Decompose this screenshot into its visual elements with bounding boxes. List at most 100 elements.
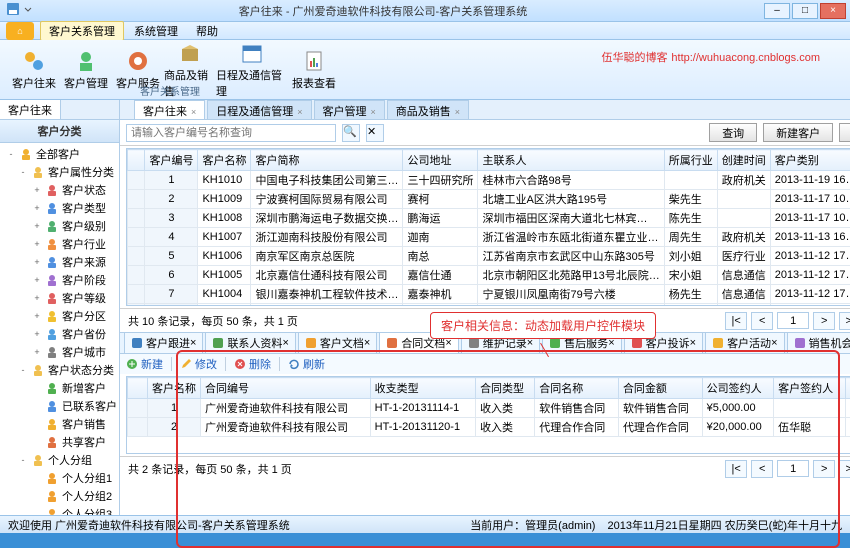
table-row[interactable]: 8KH1003南方医科大学南方医院南方医院广州市白云区广州大道北1838号…邓教…: [128, 304, 850, 307]
search-input[interactable]: [126, 124, 336, 142]
content-area: 客户往来× 日程及通信管理× 客户管理× 商品及销售× 🔍 ✕ 查询 新建客户 …: [120, 100, 850, 515]
tree-node[interactable]: +客户等级: [4, 289, 119, 307]
subtab-target[interactable]: 销售机会×: [787, 332, 850, 354]
tree-node[interactable]: 新增客户: [4, 379, 119, 397]
ribbon-customer-mgmt[interactable]: 客户管理: [60, 49, 112, 91]
last-page-button[interactable]: >|: [839, 312, 850, 330]
subtab-file[interactable]: 客户文档×: [298, 332, 377, 354]
last-page-button[interactable]: >|: [839, 460, 850, 478]
table-row[interactable]: 1KH1010中国电子科技集团公司第三…三十四研究所桂林市六合路98号政府机关2…: [128, 171, 850, 190]
clear-icon[interactable]: ✕: [366, 124, 384, 142]
close-icon[interactable]: ×: [690, 337, 696, 349]
close-icon[interactable]: ×: [191, 107, 196, 117]
ctab-1[interactable]: 日程及通信管理×: [207, 100, 311, 119]
prev-page-button[interactable]: <: [751, 460, 773, 478]
close-icon[interactable]: ×: [455, 107, 460, 117]
page-input[interactable]: [777, 460, 809, 477]
tree-node[interactable]: +客户分区: [4, 307, 119, 325]
app-icon[interactable]: ⌂: [6, 22, 34, 40]
tree-node[interactable]: -个人分组: [4, 451, 119, 469]
btn-import[interactable]: 导入: [839, 123, 850, 142]
callout: 客户相关信息：动态加载用户控件模块: [430, 312, 656, 339]
category-tree[interactable]: -全部客户-客户属性分类+客户状态+客户类型+客户级别+客户行业+客户来源+客户…: [0, 143, 119, 515]
first-page-button[interactable]: |<: [725, 460, 747, 478]
tree-node[interactable]: +客户阶段: [4, 271, 119, 289]
tb-refresh[interactable]: 刷新: [288, 356, 325, 372]
ctab-3[interactable]: 商品及销售×: [387, 100, 469, 119]
close-icon[interactable]: ×: [282, 337, 288, 349]
titlebar: 客户往来 - 广州爱奇迪软件科技有限公司-客户关系管理系统 – □ ×: [0, 0, 850, 22]
btn-search[interactable]: 查询: [709, 123, 757, 142]
close-icon[interactable]: ×: [190, 337, 196, 349]
save-icon[interactable]: [6, 2, 20, 16]
window-title: 客户往来 - 广州爱奇迪软件科技有限公司-客户关系管理系统: [4, 3, 762, 19]
subtab-card[interactable]: 联系人资料×: [205, 332, 295, 354]
close-button[interactable]: ×: [820, 3, 846, 19]
menubar: ⌂ 客户关系管理 系统管理 帮助: [0, 22, 850, 40]
tree-node[interactable]: -全部客户: [4, 145, 119, 163]
tree-node[interactable]: 已联系客户: [4, 397, 119, 415]
dropdown-icon[interactable]: [24, 2, 38, 16]
sidebar: 客户往来 客户分类 -全部客户-客户属性分类+客户状态+客户类型+客户级别+客户…: [0, 100, 120, 515]
btn-new-customer[interactable]: 新建客户: [763, 123, 833, 142]
search-icon[interactable]: 🔍: [342, 124, 360, 142]
table-row[interactable]: 3KH1008深圳市鹏海运电子数据交换…鹏海运深圳市福田区深南大道北七林宾…陈先…: [128, 209, 850, 228]
table-row[interactable]: 5KH1006南京军区南京总医院南总江苏省南京市玄武区中山东路305号刘小姐医疗…: [128, 247, 850, 266]
table-row[interactable]: 7KH1004银川嘉泰神机工程软件技术…嘉泰神机宁夏银川凤凰南街79号六楼杨先生…: [128, 285, 850, 304]
close-icon[interactable]: ×: [364, 337, 370, 349]
close-icon[interactable]: ×: [297, 107, 302, 117]
ribbon-customer-trans[interactable]: 客户往来: [8, 49, 60, 91]
tb-delete[interactable]: 删除: [234, 356, 271, 372]
tree-node[interactable]: 个人分组3: [4, 505, 119, 515]
minimize-button[interactable]: –: [764, 3, 790, 19]
watermark: 伍华聪的博客 http://wuhuacong.cnblogs.com: [602, 48, 820, 65]
ribbon-reports[interactable]: 报表查看: [288, 49, 340, 91]
sidetab-customer[interactable]: 客户往来: [0, 100, 61, 119]
contract-grid[interactable]: 客户名称合同编号收支类型合同类型合同名称合同金额公司签约人客户签约人签约日期签1…: [126, 376, 850, 454]
menu-system[interactable]: 系统管理: [126, 22, 186, 40]
tree-node[interactable]: 客户销售: [4, 415, 119, 433]
tree-node[interactable]: +客户类型: [4, 199, 119, 217]
ctab-0[interactable]: 客户往来×: [134, 100, 205, 119]
ribbon-group-label: 客户关系管理: [140, 83, 200, 98]
tree-node[interactable]: -客户属性分类: [4, 163, 119, 181]
ctab-2[interactable]: 客户管理×: [314, 100, 385, 119]
next-page-button[interactable]: >: [813, 460, 835, 478]
subtab-activity[interactable]: 客户活动×: [705, 332, 784, 354]
tree-node[interactable]: 个人分组1: [4, 469, 119, 487]
tb-edit[interactable]: 修改: [180, 356, 217, 372]
close-icon[interactable]: ×: [771, 337, 777, 349]
table-row[interactable]: 2KH1009宁波赛柯国际贸易有限公司赛柯北塘工业A区洪大路195号柴先生201…: [128, 190, 850, 209]
tree-node[interactable]: 共享客户: [4, 433, 119, 451]
menu-help[interactable]: 帮助: [188, 22, 226, 40]
tree-node[interactable]: 个人分组2: [4, 487, 119, 505]
tb-new[interactable]: 新建: [126, 356, 163, 372]
tree-node[interactable]: +客户级别: [4, 217, 119, 235]
ribbon-schedule[interactable]: 日程及通信管理: [216, 41, 288, 99]
subtab-phone[interactable]: 客户跟进×: [124, 332, 203, 354]
tree-node[interactable]: +客户状态: [4, 181, 119, 199]
tree-node[interactable]: +客户城市: [4, 343, 119, 361]
search-bar: 🔍 ✕ 查询 新建客户 导入 导出 高级查询: [120, 120, 850, 146]
watermark-link[interactable]: http://wuhuacong.cnblogs.com: [671, 52, 820, 64]
tree-node[interactable]: -客户状态分类: [4, 361, 119, 379]
detail-toolbar: 新建 修改 删除 刷新: [120, 354, 850, 374]
table-row[interactable]: 2广州爱奇迪软件科技有限公司HT-1-20131120-1收入类代理合作合同代理…: [128, 418, 850, 437]
page-input[interactable]: [777, 312, 809, 329]
tree-node[interactable]: +客户行业: [4, 235, 119, 253]
menu-crm[interactable]: 客户关系管理: [40, 21, 124, 41]
table-row[interactable]: 4KH1007浙江迦南科技股份有限公司迦南浙江省温岭市东瓯北街道东瞿立业…周先生…: [128, 228, 850, 247]
tree-node[interactable]: +客户省份: [4, 325, 119, 343]
close-icon[interactable]: ×: [371, 107, 376, 117]
table-row[interactable]: 6KH1005北京嘉信仕通科技有限公司嘉信仕通北京市朝阳区北苑路甲13号北辰院……: [128, 266, 850, 285]
first-page-button[interactable]: |<: [725, 312, 747, 330]
table-row[interactable]: 1广州爱奇迪软件科技有限公司HT-1-20131114-1收入类软件销售合同软件…: [128, 399, 850, 418]
tree-header: 客户分类: [0, 120, 119, 143]
customer-grid[interactable]: 客户编号客户名称客户简称公司地址主联系人所属行业创建时间客户类别客户级别信用等级…: [126, 148, 850, 306]
quick-access-toolbar: [6, 2, 38, 16]
maximize-button[interactable]: □: [792, 3, 818, 19]
next-page-button[interactable]: >: [813, 312, 835, 330]
pager-info: 共 2 条记录，每页 50 条，共 1 页: [128, 461, 721, 477]
prev-page-button[interactable]: <: [751, 312, 773, 330]
tree-node[interactable]: +客户来源: [4, 253, 119, 271]
